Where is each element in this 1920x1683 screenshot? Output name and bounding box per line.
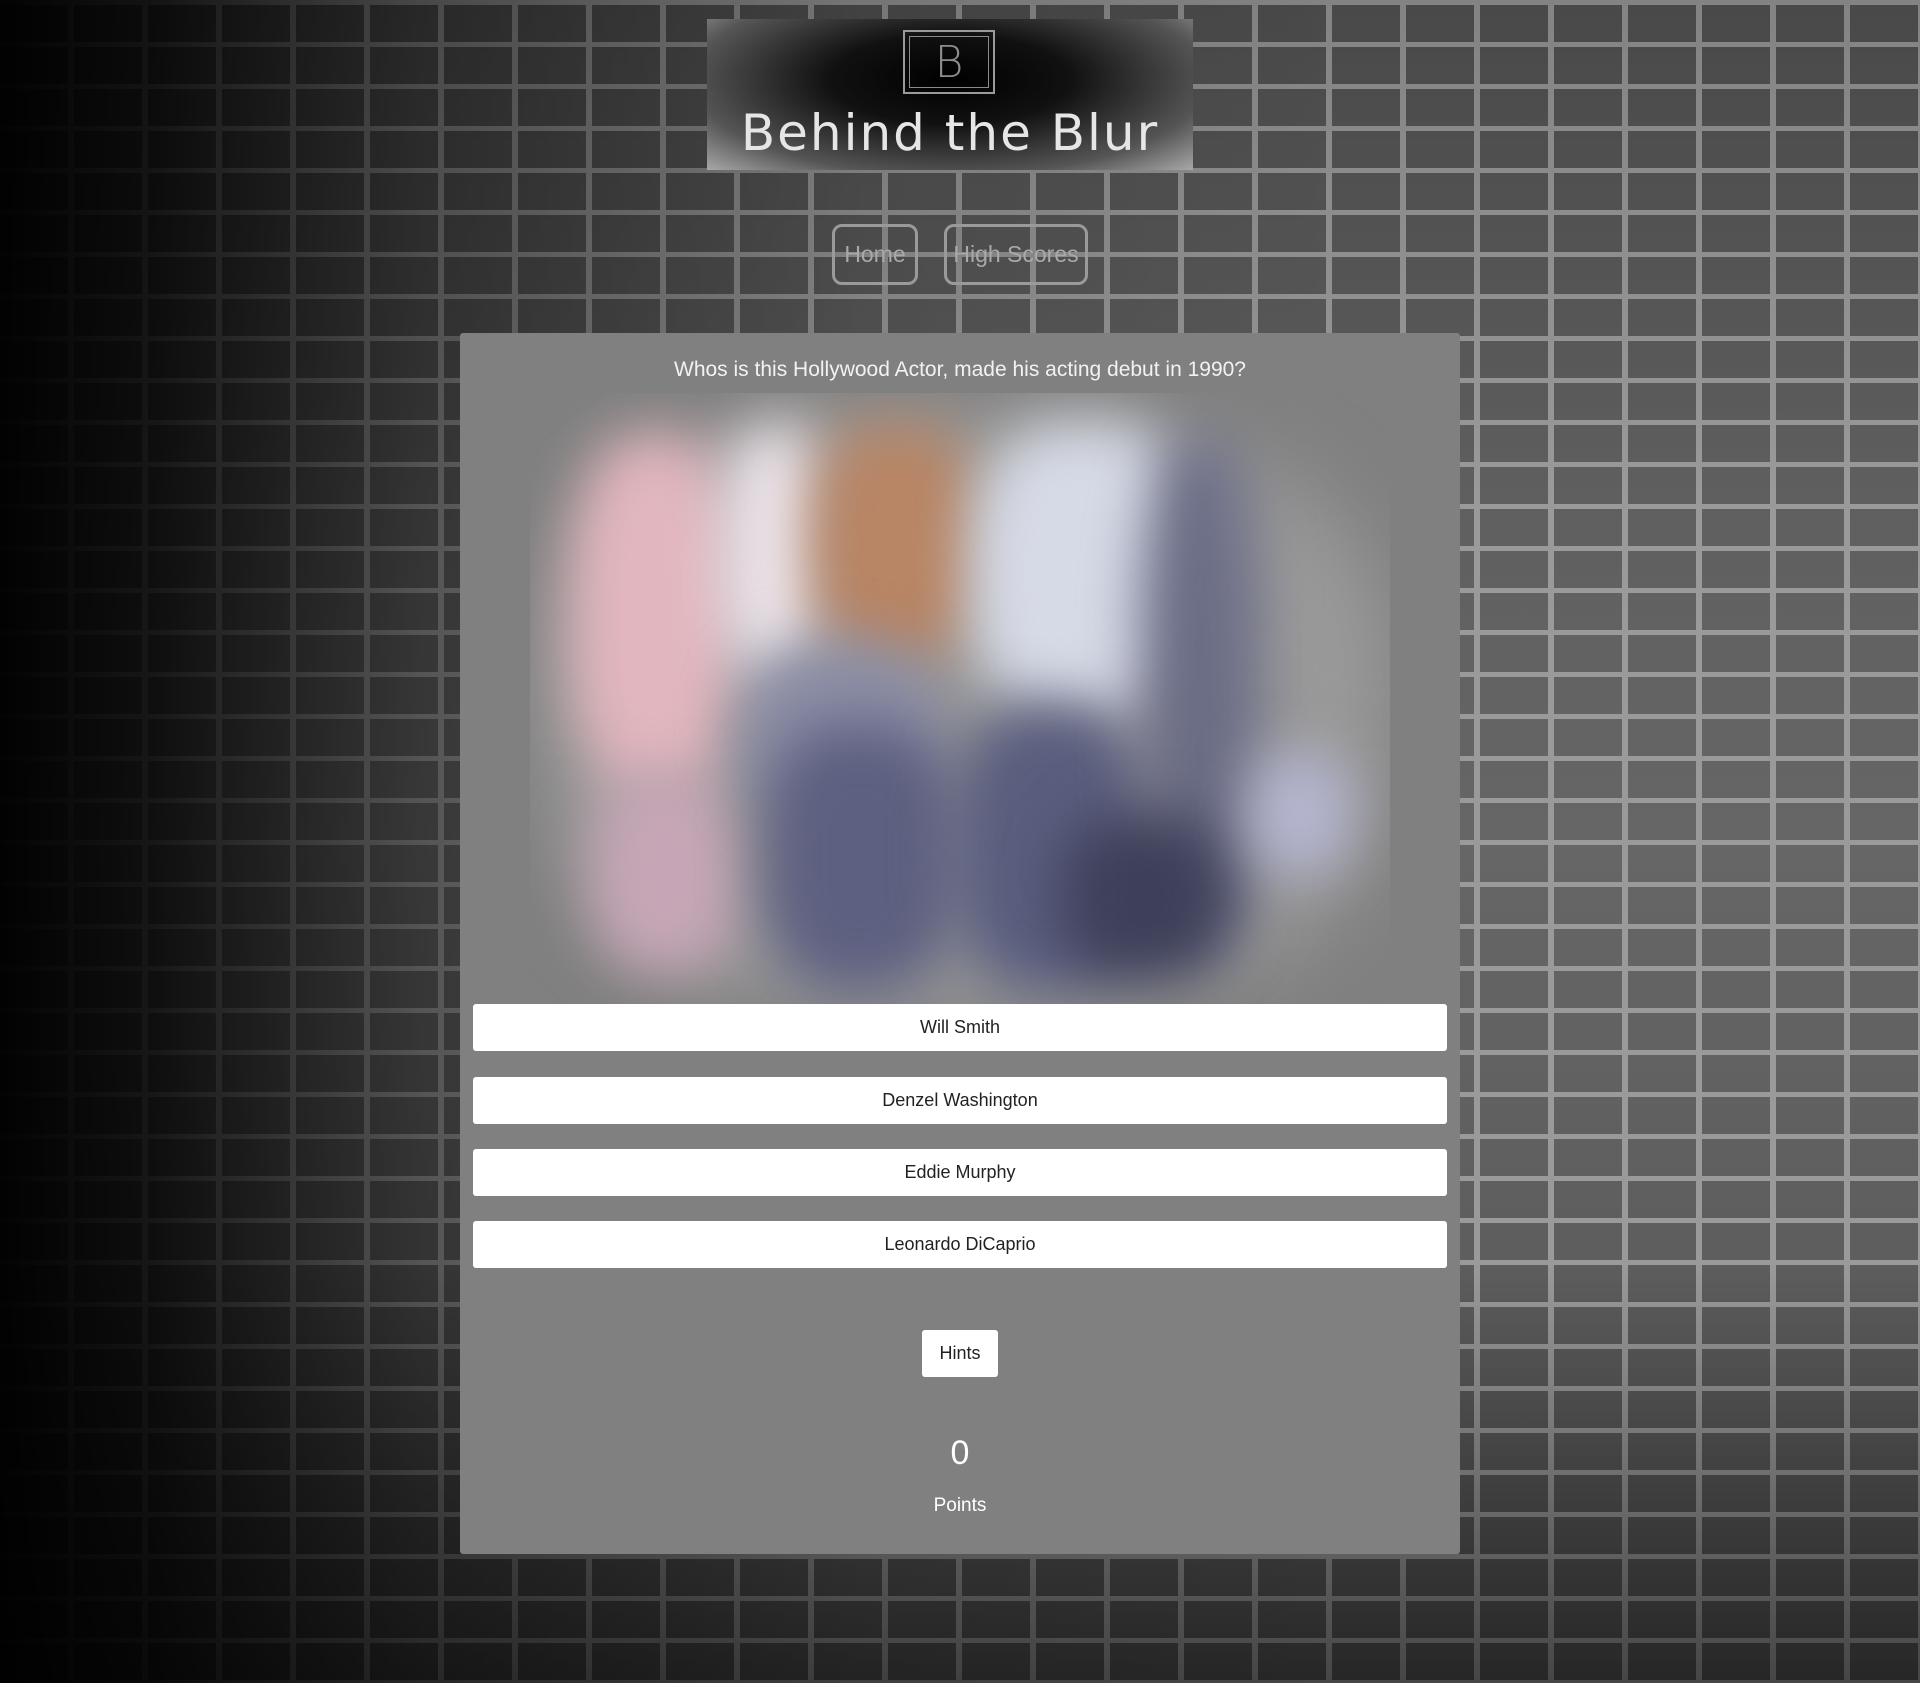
logo-letter: B: [934, 37, 964, 88]
site-logo[interactable]: B Behind the Blur: [707, 19, 1193, 170]
blurred-actor-photo: [530, 393, 1390, 1013]
answer-option-2[interactable]: Denzel Washington: [473, 1077, 1447, 1124]
score-value: 0: [950, 1434, 970, 1472]
answer-option-4[interactable]: Leonardo DiCaprio: [473, 1221, 1447, 1268]
logo-mark-icon: B: [903, 30, 995, 94]
answer-option-3[interactable]: Eddie Murphy: [473, 1149, 1447, 1196]
high-scores-button[interactable]: High Scores: [944, 224, 1088, 285]
logo-title: Behind the Blur: [740, 104, 1160, 162]
question-text: Whos is this Hollywood Actor, made his a…: [674, 358, 1246, 381]
hints-button[interactable]: Hints: [922, 1330, 998, 1377]
score-label: Points: [933, 1495, 987, 1516]
home-button[interactable]: Home: [832, 224, 918, 285]
answer-option-1[interactable]: Will Smith: [473, 1004, 1447, 1051]
quiz-panel: Whos is this Hollywood Actor, made his a…: [460, 333, 1460, 1554]
